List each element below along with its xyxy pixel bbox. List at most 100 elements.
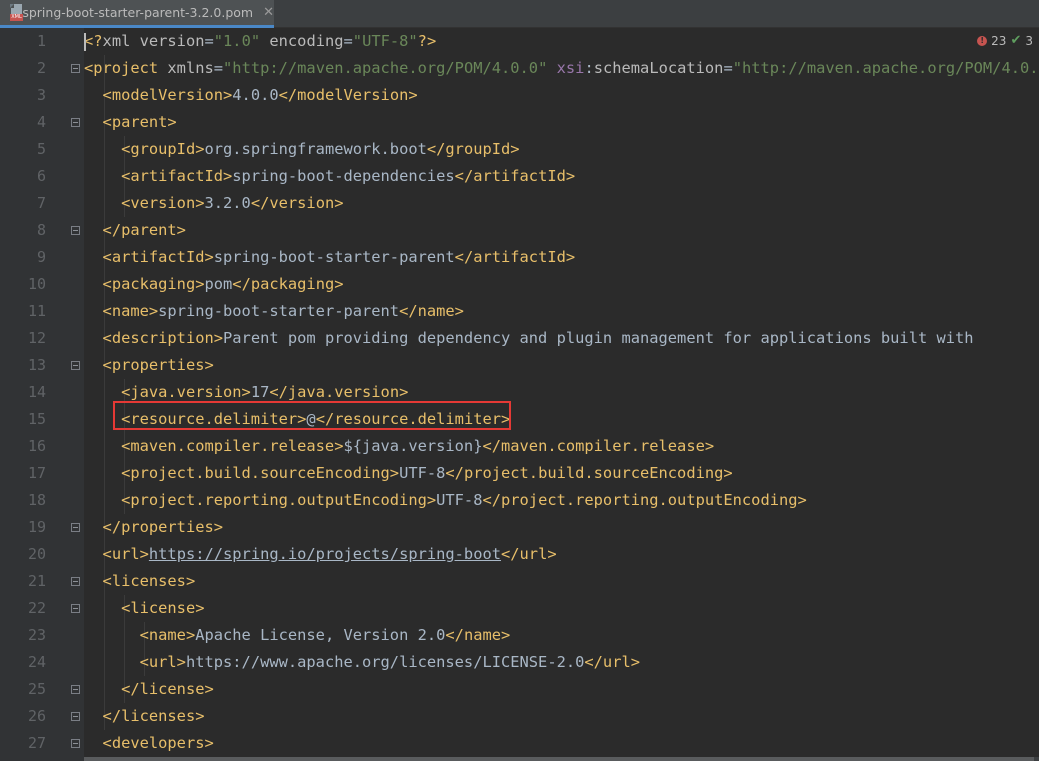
line-number: 11 <box>27 302 46 320</box>
fold-marker-icon[interactable] <box>71 361 80 370</box>
code-token: <licenses> <box>102 572 196 590</box>
code-token: </licenses> <box>102 707 205 725</box>
code-token: </name> <box>445 626 511 644</box>
fold-marker-icon[interactable] <box>71 712 80 721</box>
code-line[interactable]: <url>https://spring.io/projects/spring-b… <box>84 541 557 568</box>
code-token[interactable]: https://spring.io/projects/spring-boot <box>149 545 501 563</box>
fold-marker-icon[interactable] <box>71 604 80 613</box>
code-line[interactable]: <groupId>org.springframework.boot</group… <box>84 136 520 163</box>
error-count: 23 <box>991 33 1007 48</box>
code-line[interactable]: <project xmlns="http://maven.apache.org/… <box>84 55 1039 82</box>
code-token: schemaLocation <box>593 59 724 77</box>
code-line[interactable]: <properties> <box>84 352 214 379</box>
code-line[interactable]: </licenses> <box>84 703 205 730</box>
code-line[interactable]: </parent> <box>84 217 186 244</box>
code-line[interactable]: <licenses> <box>84 568 196 595</box>
code-line[interactable]: <packaging>pom</packaging> <box>84 271 344 298</box>
inspection-widget[interactable]: ! 23 ✔ 3 <box>977 33 1033 48</box>
code-line[interactable]: <name>Apache License, Version 2.0</name> <box>84 622 511 649</box>
code-line[interactable]: <license> <box>84 595 204 622</box>
line-number: 22 <box>27 599 46 617</box>
code-token: </name> <box>399 302 464 320</box>
line-number: 9 <box>36 248 46 266</box>
code-line[interactable]: <version>3.2.0</version> <box>84 190 344 217</box>
fold-marker-icon[interactable] <box>71 64 80 73</box>
line-number: 15 <box>27 410 46 428</box>
code-token: <groupId> <box>121 140 205 158</box>
fold-marker-icon[interactable] <box>71 739 80 748</box>
code-token: = <box>204 32 214 50</box>
code-token: org.springframework.boot <box>204 140 427 158</box>
tab-pom-file[interactable]: XML spring-boot-starter-parent-3.2.0.pom… <box>0 0 274 28</box>
code-token: https://www.apache.org/licenses/LICENSE-… <box>185 653 585 671</box>
code-token: </java.version> <box>269 383 409 401</box>
text-caret <box>84 33 86 51</box>
code-line[interactable]: <project.reporting.outputEncoding>UTF-8<… <box>84 487 807 514</box>
code-token: <properties> <box>102 356 214 374</box>
code-token: <project <box>84 59 168 77</box>
code-token: = <box>723 59 733 77</box>
code-line[interactable]: </license> <box>84 676 214 703</box>
code-content[interactable]: <?xml version="1.0" encoding="UTF-8"?> <p… <box>84 28 1039 761</box>
code-token: xsi <box>556 59 585 77</box>
line-number: 17 <box>27 464 46 482</box>
code-line[interactable]: <maven.compiler.release>${java.version}<… <box>84 433 714 460</box>
code-token: 3.2.0 <box>204 194 251 212</box>
code-line[interactable]: <modelVersion>4.0.0</modelVersion> <box>84 82 418 109</box>
code-token: "1.0" <box>213 32 261 50</box>
code-line[interactable]: <parent> <box>84 109 177 136</box>
code-token: spring-boot-starter-parent <box>213 248 455 266</box>
code-line[interactable]: <name>spring-boot-starter-parent</name> <box>84 298 464 325</box>
code-token: </groupId> <box>426 140 520 158</box>
code-token: xmlns <box>167 59 214 77</box>
scrollbar-thumb[interactable] <box>84 757 1034 761</box>
code-line[interactable]: <developers> <box>84 730 214 757</box>
code-line[interactable]: <description>Parent pom providing depend… <box>84 325 974 352</box>
line-number: 27 <box>27 734 46 752</box>
line-number: 8 <box>36 221 46 239</box>
line-number: 13 <box>27 356 46 374</box>
code-token: </properties> <box>102 518 224 536</box>
fold-marker-icon[interactable] <box>71 118 80 127</box>
code-token: </artifactId> <box>454 167 576 185</box>
code-line[interactable]: </properties> <box>84 514 223 541</box>
fold-marker-icon[interactable] <box>71 685 80 694</box>
fold-marker-icon[interactable] <box>71 226 80 235</box>
code-token: </modelVersion> <box>278 86 418 104</box>
fold-marker-icon[interactable] <box>71 577 80 586</box>
line-number: 20 <box>27 545 46 563</box>
code-editor[interactable]: 1 2 3 4 5 6 7 8 9 10 11 12 13 14 15 16 17 18 19 20 21 22 23 24 2… <box>0 28 1039 761</box>
code-token: </url> <box>584 653 640 671</box>
code-line[interactable]: <url>https://www.apache.org/licenses/LIC… <box>84 649 640 676</box>
code-token: <artifactId> <box>102 248 214 266</box>
code-token: <maven.compiler.release> <box>121 437 344 455</box>
warning-count: 3 <box>1025 33 1033 48</box>
xml-file-icon: XML <box>10 4 23 21</box>
code-line[interactable]: <project.build.sourceEncoding>UTF-8</pro… <box>84 460 733 487</box>
tab-label: spring-boot-starter-parent-3.2.0.pom <box>22 5 254 20</box>
code-token: xml version <box>102 32 205 50</box>
code-token: pom <box>204 275 233 293</box>
code-line[interactable]: <artifactId>spring-boot-dependencies</ar… <box>84 163 575 190</box>
code-token: <project.build.sourceEncoding> <box>121 464 400 482</box>
horizontal-scrollbar[interactable] <box>84 757 1039 761</box>
line-number: 3 <box>36 86 46 104</box>
code-token: <name> <box>102 302 159 320</box>
line-number: 16 <box>27 437 46 455</box>
line-number: 12 <box>27 329 46 347</box>
code-token: "UTF-8" <box>352 32 418 50</box>
fold-marker-icon[interactable] <box>71 523 80 532</box>
close-icon[interactable]: ✕ <box>263 5 274 20</box>
code-token: </url> <box>501 545 557 563</box>
code-line[interactable]: <artifactId>spring-boot-starter-parent</… <box>84 244 576 271</box>
code-token: </version> <box>250 194 344 212</box>
line-number: 5 <box>36 140 46 158</box>
line-number: 25 <box>27 680 46 698</box>
code-line[interactable]: <?xml version="1.0" encoding="UTF-8"?> <box>84 28 436 55</box>
